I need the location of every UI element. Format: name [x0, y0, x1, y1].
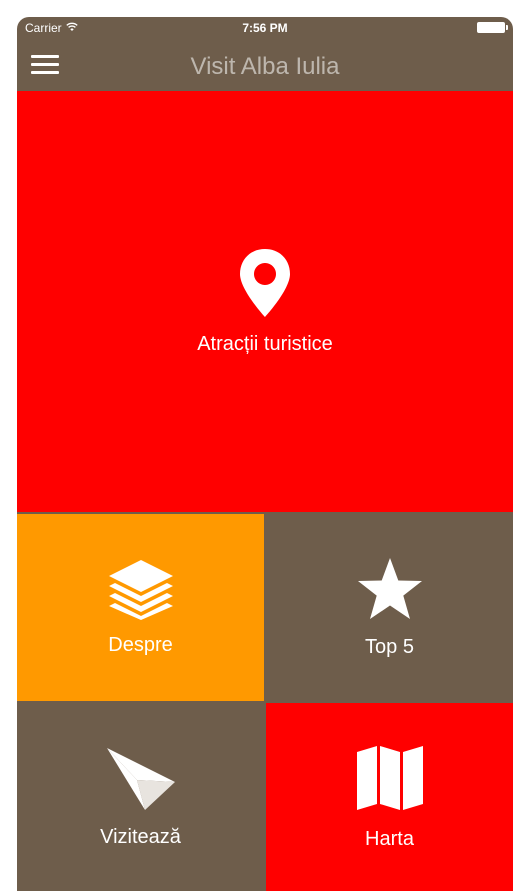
- status-bar: Carrier 7:56 PM: [17, 17, 513, 39]
- map-pin-icon: [237, 247, 293, 319]
- tile-harta[interactable]: Harta: [266, 703, 513, 891]
- app-screen: Carrier 7:56 PM Visit Alba Iulia Atracți…: [17, 17, 513, 891]
- layers-icon: [106, 558, 176, 620]
- tile-despre[interactable]: Despre: [17, 514, 264, 701]
- battery-icon: [477, 22, 508, 33]
- clock: 7:56 PM: [242, 21, 288, 35]
- tile-tourist-attractions[interactable]: Atracții turistice: [17, 91, 513, 512]
- star-icon: [355, 556, 425, 622]
- tile-label: Atracții turistice: [197, 333, 333, 355]
- tile-top5[interactable]: Top 5: [266, 514, 513, 701]
- tile-label: Harta: [365, 827, 414, 850]
- map-icon: [355, 744, 425, 814]
- tile-viziteaza[interactable]: Vizitează: [17, 703, 264, 891]
- tile-label: Top 5: [365, 636, 414, 658]
- tile-label: Despre: [108, 634, 173, 656]
- paper-plane-icon: [105, 746, 177, 812]
- nav-title: Visit Alba Iulia: [190, 53, 340, 80]
- nav-bar: Visit Alba Iulia: [17, 39, 513, 91]
- tile-label: Vizitează: [100, 825, 181, 848]
